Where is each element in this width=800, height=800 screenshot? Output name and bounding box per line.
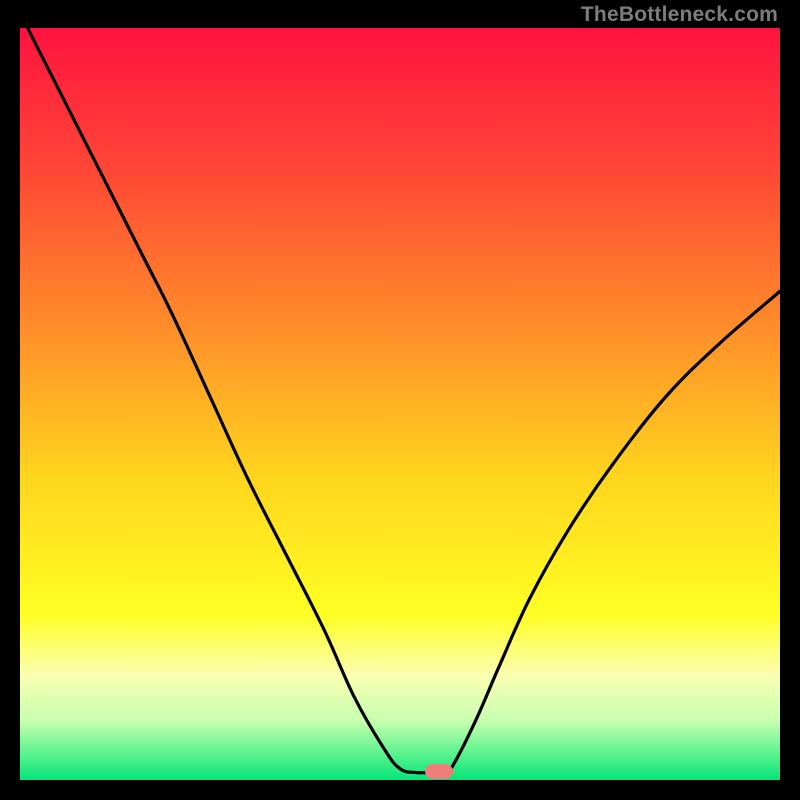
- bottleneck-curve: [20, 28, 780, 780]
- watermark-text: TheBottleneck.com: [581, 3, 778, 27]
- chart-frame: TheBottleneck.com: [0, 0, 800, 800]
- optimum-marker: [425, 764, 453, 779]
- plot-area: [20, 28, 780, 780]
